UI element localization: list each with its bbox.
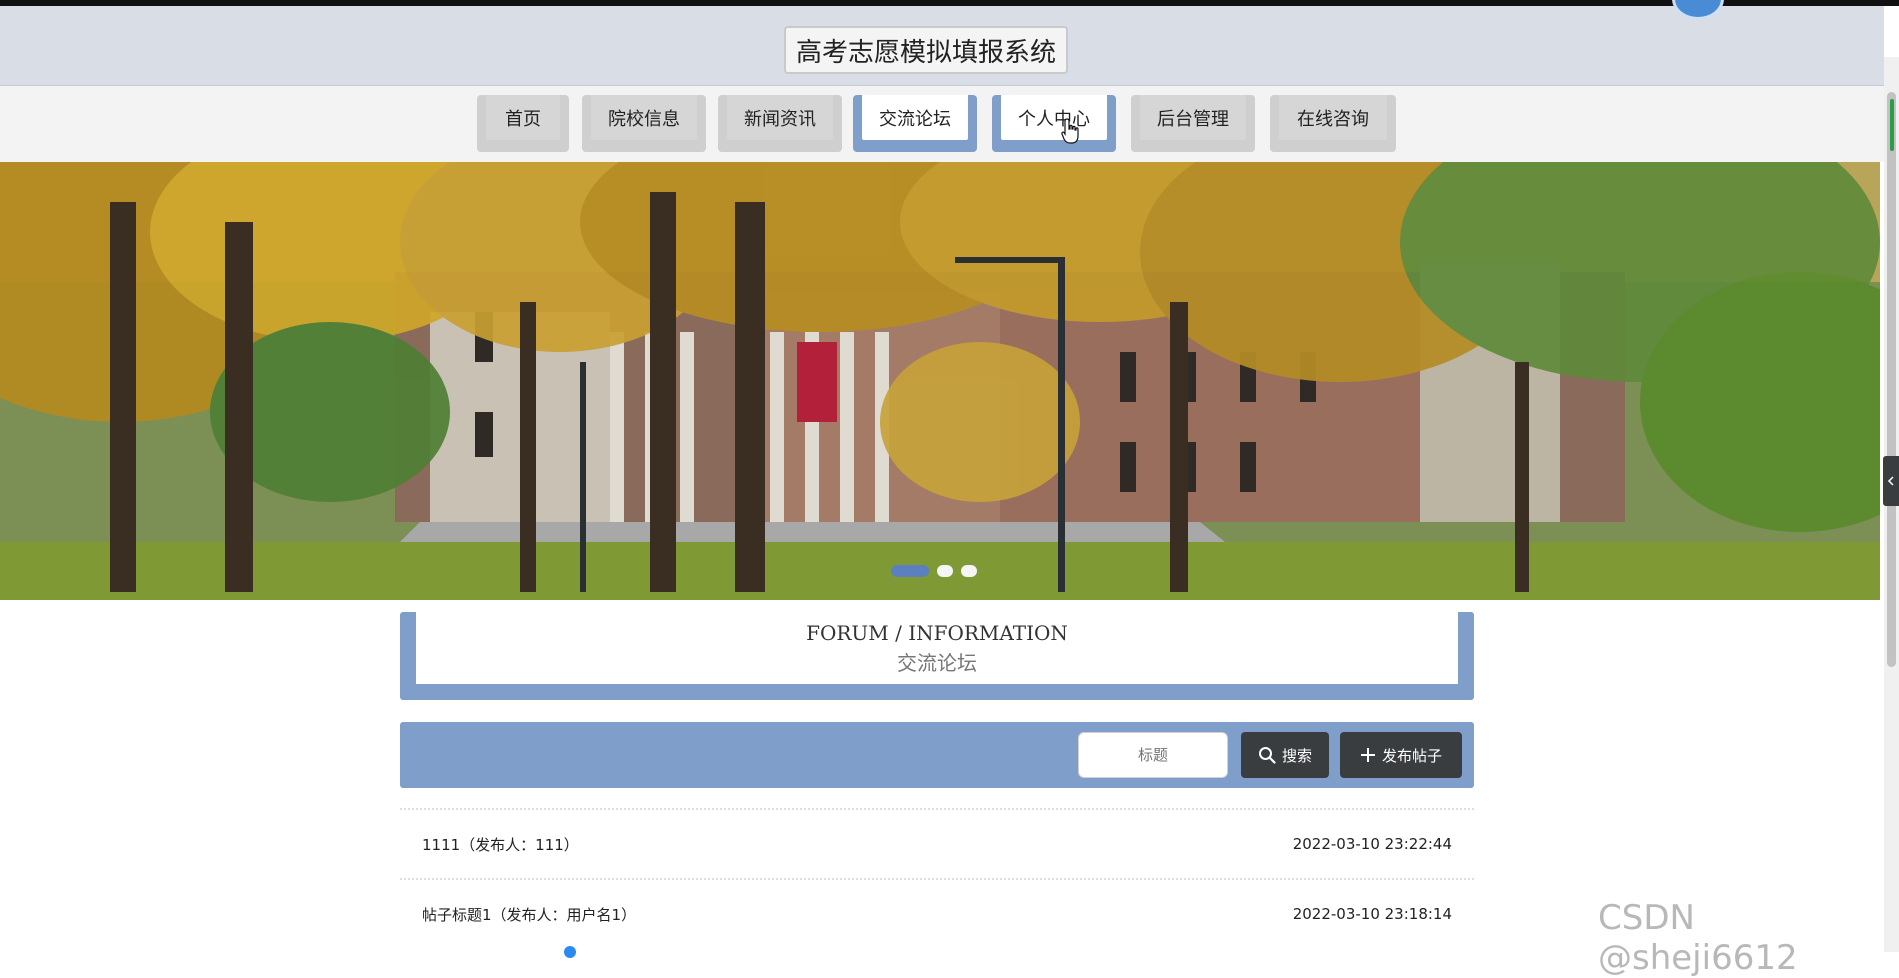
nav-item-forum[interactable]: 交流论坛 (853, 95, 977, 152)
search-icon (1258, 747, 1276, 764)
nav-item-label: 新闻资讯 (727, 95, 833, 140)
post-row[interactable]: 1111（发布人：111） 2022-03-10 23:22:44 (400, 808, 1474, 878)
post-list: 1111（发布人：111） 2022-03-10 23:22:44 帖子标题1（… (400, 808, 1474, 948)
post-row[interactable]: 帖子标题1（发布人：用户名1） 2022-03-10 23:18:14 (400, 878, 1474, 948)
section-title-box: FORUM / INFORMATION 交流论坛 (416, 612, 1458, 684)
section-title-en: FORUM / INFORMATION (806, 620, 1068, 645)
nav-item-home[interactable]: 首页 (477, 95, 569, 152)
section-title-cn: 交流论坛 (897, 650, 977, 675)
new-post-button[interactable]: 发布帖子 (1340, 732, 1462, 778)
nav-item-label: 院校信息 (591, 95, 697, 140)
campus-banner-image (0, 162, 1880, 600)
search-button-label: 搜索 (1281, 746, 1312, 765)
post-title[interactable]: 1111（发布人：111） (422, 834, 579, 855)
status-dot (564, 946, 576, 958)
carousel-dot[interactable] (937, 565, 953, 577)
nav-item-label: 交流论坛 (862, 95, 968, 140)
carousel-indicators (891, 565, 977, 577)
nav-item-label: 个人中心 (1001, 95, 1107, 140)
nav-item-label: 首页 (486, 95, 560, 140)
nav-item-label: 后台管理 (1140, 95, 1246, 140)
post-time: 2022-03-10 23:18:14 (1292, 905, 1452, 923)
post-title[interactable]: 帖子标题1（发布人：用户名1） (422, 904, 636, 925)
site-header: 高考志愿模拟填报系统 (0, 6, 1884, 86)
nav-item-admin[interactable]: 后台管理 (1131, 95, 1255, 152)
carousel-dot[interactable] (891, 565, 929, 577)
plus-icon (1360, 748, 1375, 762)
watermark: CSDN @sheji6612 (1598, 898, 1798, 978)
nav-item-personal-center[interactable]: 个人中心 (992, 95, 1116, 152)
campus-banner[interactable] (0, 162, 1880, 600)
section-header: FORUM / INFORMATION 交流论坛 (400, 612, 1474, 700)
new-post-button-label: 发布帖子 (1381, 746, 1442, 765)
nav-item-news[interactable]: 新闻资讯 (718, 95, 842, 152)
title-search-input[interactable] (1078, 732, 1228, 778)
search-button[interactable]: 搜索 (1241, 732, 1329, 778)
nav-item-consult[interactable]: 在线咨询 (1270, 95, 1396, 152)
scrollbar-thumb[interactable] (1887, 92, 1896, 667)
carousel-dot[interactable] (961, 565, 977, 577)
side-collapse-tab[interactable] (1883, 456, 1899, 506)
search-bar: 搜索 发布帖子 (400, 722, 1474, 788)
chevron-left-icon (1887, 476, 1894, 486)
site-title: 高考志愿模拟填报系统 (784, 26, 1068, 74)
post-time: 2022-03-10 23:22:44 (1292, 835, 1452, 853)
scroll-position-marker (1890, 99, 1894, 151)
hand-cursor-icon (1061, 118, 1079, 144)
nav-item-label: 在线咨询 (1279, 95, 1387, 140)
nav-item-schools[interactable]: 院校信息 (582, 95, 706, 152)
main-nav: 首页 院校信息 新闻资讯 交流论坛 个人中心 后台管理 在线咨询 (0, 86, 1884, 162)
